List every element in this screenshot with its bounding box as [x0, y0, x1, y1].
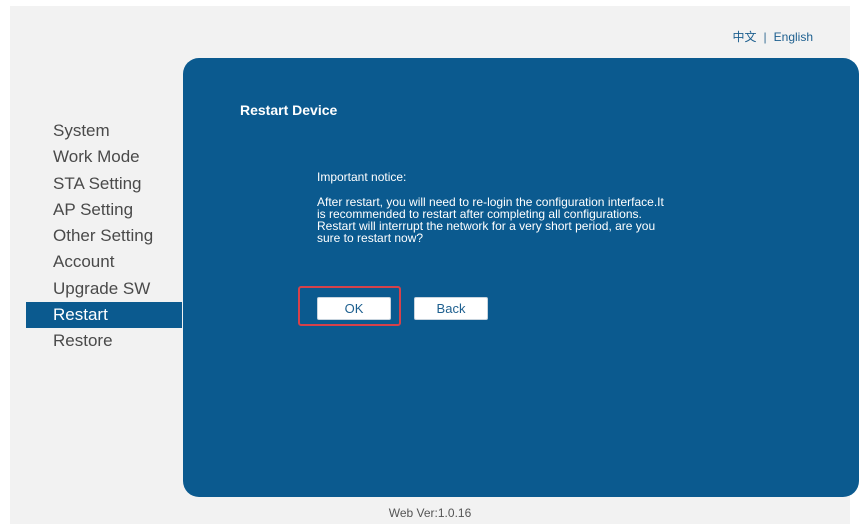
back-button[interactable]: Back — [414, 297, 488, 320]
ok-button[interactable]: OK — [317, 297, 391, 320]
restart-panel: Restart Device Important notice: After r… — [183, 58, 859, 497]
page-background: 中文 | English System Work Mode STA Setting … — [10, 6, 859, 524]
language-english-link[interactable]: English — [774, 30, 813, 44]
sidebar-menu: System Work Mode STA Setting AP Setting … — [26, 118, 182, 355]
sidebar-item-work-mode[interactable]: Work Mode — [26, 144, 182, 170]
sidebar-item-ap-setting[interactable]: AP Setting — [26, 197, 182, 223]
notice-text: After restart, you will need to re-login… — [317, 196, 757, 244]
language-separator: | — [763, 30, 767, 44]
sidebar-item-other-setting[interactable]: Other Setting — [26, 223, 182, 249]
sidebar-item-restore[interactable]: Restore — [26, 328, 182, 354]
notice-heading: Important notice: — [317, 170, 407, 184]
sidebar-item-upgrade-sw[interactable]: Upgrade SW — [26, 276, 182, 302]
notice-line: sure to restart now? — [317, 231, 424, 245]
web-version: Web Ver:1.0.16 — [388, 506, 472, 520]
sidebar-item-system[interactable]: System — [26, 118, 182, 144]
sidebar-item-restart[interactable]: Restart — [26, 302, 182, 329]
language-switcher: 中文 | English — [733, 28, 814, 45]
sidebar-item-sta-setting[interactable]: STA Setting — [26, 171, 182, 197]
sidebar-item-account[interactable]: Account — [26, 249, 182, 275]
panel-title: Restart Device — [240, 102, 338, 118]
language-chinese-link[interactable]: 中文 — [733, 28, 757, 45]
